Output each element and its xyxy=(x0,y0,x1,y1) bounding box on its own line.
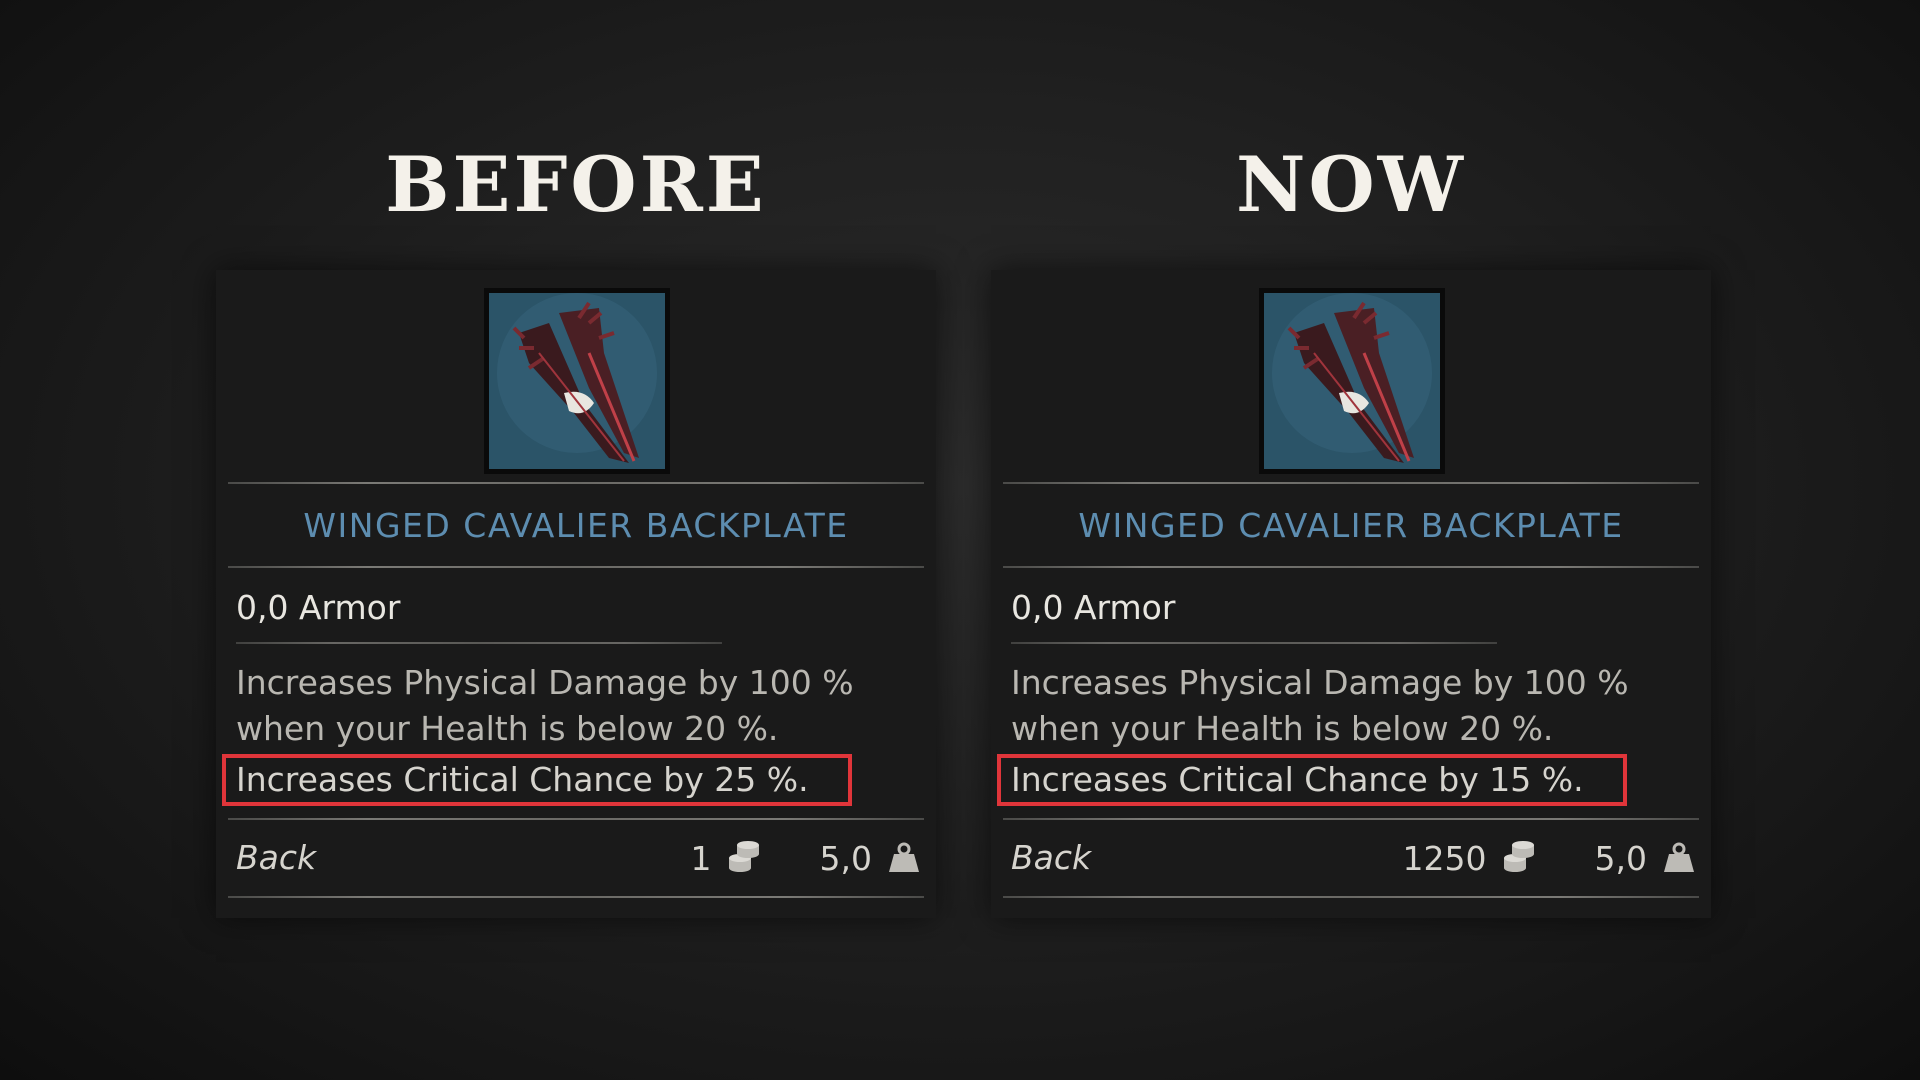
item-name: WINGED CAVALIER BACKPLATE xyxy=(303,506,849,545)
weight-value: 5,0 xyxy=(1594,838,1647,878)
equip-slot: Back xyxy=(1011,838,1092,877)
description-line: when your Health is below 20 %. xyxy=(1011,709,1554,748)
item-tooltip-before: WINGED CAVALIER BACKPLATE 0,0 Armor Incr… xyxy=(216,270,936,918)
critical-chance-stat: Increases Critical Chance by 15 %. xyxy=(1011,760,1584,799)
item-footer-stats: 1250 5,0 xyxy=(1403,836,1697,880)
divider xyxy=(236,642,722,644)
weight-icon xyxy=(889,842,919,872)
price-value: 1 xyxy=(690,838,712,878)
winged-backplate-icon xyxy=(1264,293,1440,469)
divider xyxy=(228,896,924,898)
divider xyxy=(1003,896,1699,898)
coins-icon xyxy=(1503,841,1534,872)
divider xyxy=(228,566,924,568)
description-line: when your Health is below 20 %. xyxy=(236,709,779,748)
description-line: Increases Physical Damage by 100 % xyxy=(1011,663,1629,702)
divider xyxy=(228,818,924,820)
armor-value: 0,0 Armor xyxy=(236,588,401,627)
divider xyxy=(1003,566,1699,568)
item-icon-frame xyxy=(1259,288,1445,474)
divider xyxy=(1003,482,1699,484)
divider xyxy=(228,482,924,484)
item-description: Increases Physical Damage by 100 % when … xyxy=(236,660,926,752)
description-line: Increases Physical Damage by 100 % xyxy=(236,663,854,702)
coins-icon xyxy=(728,841,759,872)
divider xyxy=(1003,818,1699,820)
winged-backplate-icon xyxy=(489,293,665,469)
item-footer-stats: 1 5,0 xyxy=(691,836,922,880)
equip-slot: Back xyxy=(236,838,317,877)
item-description: Increases Physical Damage by 100 % when … xyxy=(1011,660,1701,752)
item-name: WINGED CAVALIER BACKPLATE xyxy=(1078,506,1624,545)
item-icon-frame xyxy=(484,288,670,474)
heading-before: BEFORE xyxy=(385,140,767,229)
weight-icon xyxy=(1664,842,1694,872)
weight-value: 5,0 xyxy=(819,838,872,878)
heading-now: NOW xyxy=(1235,140,1467,229)
critical-chance-stat: Increases Critical Chance by 25 %. xyxy=(236,760,809,799)
armor-value: 0,0 Armor xyxy=(1011,588,1176,627)
price-value: 1250 xyxy=(1402,838,1487,878)
item-tooltip-now: WINGED CAVALIER BACKPLATE 0,0 Armor Incr… xyxy=(991,270,1711,918)
divider xyxy=(1011,642,1497,644)
